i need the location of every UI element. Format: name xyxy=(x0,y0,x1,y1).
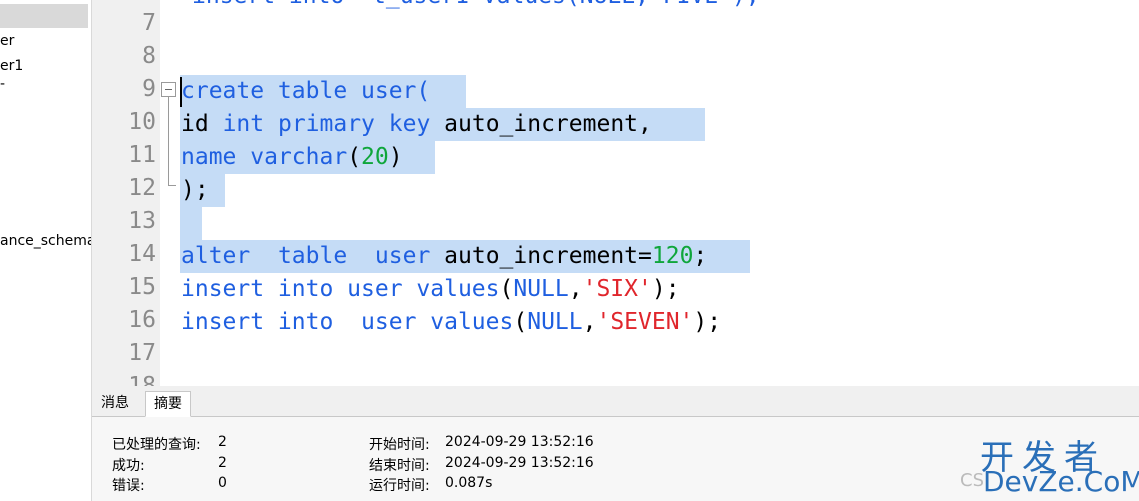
line-number: 17 xyxy=(128,340,156,366)
selection-highlight xyxy=(180,207,202,240)
start-time-label: 开始时间: xyxy=(369,437,430,453)
code-token: auto_increment= xyxy=(444,243,652,269)
tab-summary[interactable]: 摘要 xyxy=(145,391,191,417)
code-token: id xyxy=(181,111,209,137)
code-token: 'SIX' xyxy=(582,276,652,302)
code-line: alter table user auto_increment=120; xyxy=(181,243,708,269)
code-token: primary key xyxy=(277,111,431,137)
line-gutter: 7 8 9 10 11 12 13 14 15 16 17 18 xyxy=(92,0,160,386)
line-number: 16 xyxy=(128,307,156,333)
line-number: 11 xyxy=(128,142,156,168)
code-token: insert into user values xyxy=(181,276,500,302)
fold-toggle-icon[interactable] xyxy=(161,82,176,97)
tree-item[interactable]: er xyxy=(0,33,14,49)
run-time-label: 运行时间: xyxy=(369,478,430,494)
code-line: ); xyxy=(181,176,209,204)
code-line: name varchar(20) xyxy=(181,144,403,170)
object-tree: er er1 - ance_schema xyxy=(0,0,92,501)
code-token: create table user( xyxy=(181,78,431,104)
code-line: insert into user values(NULL,'SEVEN'); xyxy=(181,309,722,335)
code-token: insert into xyxy=(181,309,334,335)
fold-guide-end xyxy=(168,185,176,186)
code-line: id int primary key auto_increment, xyxy=(181,110,652,138)
run-time-value: 0.087s xyxy=(445,475,493,491)
line-number: 7 xyxy=(142,10,156,36)
line-number: 9 xyxy=(142,76,156,102)
watermark-site: DevZe.CoM xyxy=(983,465,1139,498)
tree-selected-row[interactable] xyxy=(0,4,88,28)
success-value: 2 xyxy=(218,455,227,471)
queries-label: 已处理的查询: xyxy=(112,437,201,453)
code-line: insert into t_user1 values(NULL,'FIVE'); xyxy=(192,0,760,10)
code-token: ); xyxy=(181,177,209,203)
end-time-value: 2024-09-29 13:52:16 xyxy=(445,455,594,471)
code-token: NULL xyxy=(513,276,569,302)
code-token: name xyxy=(181,144,237,170)
error-label: 错误: xyxy=(112,478,145,494)
end-time-label: 结束时间: xyxy=(369,458,430,474)
sql-editor[interactable]: 7 8 9 10 11 12 13 14 15 16 17 18 insert … xyxy=(92,0,1139,386)
code-token: 120 xyxy=(651,243,694,269)
code-token: insert into t_user1 values(NULL,'FIVE'); xyxy=(192,0,760,9)
code-line: create table user( xyxy=(181,77,430,105)
code-token: auto_increment, xyxy=(444,111,652,137)
fold-guide xyxy=(168,97,169,185)
tree-item[interactable]: er1 xyxy=(0,58,23,74)
code-token: alter xyxy=(181,243,251,269)
tree-item[interactable]: - xyxy=(0,76,5,92)
start-time-value: 2024-09-29 13:52:16 xyxy=(445,434,594,450)
code-token: user xyxy=(374,243,431,269)
code-token: NULL xyxy=(527,309,583,335)
code-token: 20 xyxy=(361,144,389,170)
line-number: 18 xyxy=(128,373,156,386)
tree-item[interactable]: ance_schema xyxy=(0,233,91,249)
line-number: 13 xyxy=(128,208,156,234)
error-value: 0 xyxy=(218,475,227,491)
line-number: 10 xyxy=(128,109,156,135)
code-token: int xyxy=(222,111,265,137)
code-token: table xyxy=(277,243,348,269)
success-label: 成功: xyxy=(112,458,145,474)
tab-messages[interactable]: 消息 xyxy=(93,391,137,417)
result-tabs: 消息 摘要 xyxy=(92,386,1139,417)
queries-value: 2 xyxy=(218,434,227,450)
line-number: 12 xyxy=(128,175,156,201)
line-number: 8 xyxy=(142,43,156,69)
code-token: 'SEVEN' xyxy=(596,309,694,335)
line-number: 15 xyxy=(128,274,156,300)
code-token: varchar xyxy=(250,144,348,170)
code-line: insert into user values(NULL,'SIX'); xyxy=(181,276,680,302)
line-number: 14 xyxy=(128,241,156,267)
code-token: user values xyxy=(361,309,514,335)
